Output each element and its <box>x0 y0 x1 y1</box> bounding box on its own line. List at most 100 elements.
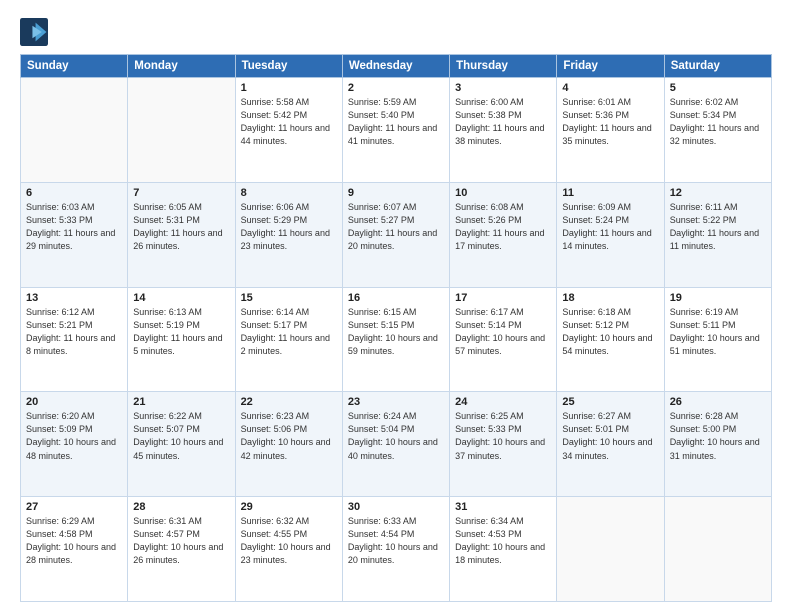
calendar-cell: 31 Sunrise: 6:34 AM Sunset: 4:53 PM Dayli… <box>450 497 557 602</box>
col-header-saturday: Saturday <box>664 55 771 78</box>
col-header-wednesday: Wednesday <box>342 55 449 78</box>
day-number: 20 <box>26 396 122 408</box>
calendar-cell: 18 Sunrise: 6:18 AM Sunset: 5:12 PM Dayli… <box>557 287 664 392</box>
calendar-cell: 17Sunrise: 6:17 AM Sunset: 5:14 PM Dayli… <box>450 287 557 392</box>
day-info: Sunrise: 6:27 AM Sunset: 5:01 PM Dayligh… <box>562 410 658 462</box>
calendar-cell <box>128 78 235 183</box>
day-info: Sunrise: 6:22 AM Sunset: 5:07 PM Dayligh… <box>133 410 229 462</box>
day-number: 28 <box>133 501 229 513</box>
day-number: 4 <box>562 82 658 94</box>
calendar-cell: 12Sunrise: 6:11 AM Sunset: 5:22 PM Dayli… <box>664 182 771 287</box>
calendar-cell: 7 Sunrise: 6:05 AM Sunset: 5:31 PM Daylig… <box>128 182 235 287</box>
calendar-week-2: 6Sunrise: 6:03 AM Sunset: 5:33 PM Daylig… <box>21 182 772 287</box>
calendar-cell: 3Sunrise: 6:00 AM Sunset: 5:38 PM Daylig… <box>450 78 557 183</box>
calendar-cell: 4 Sunrise: 6:01 AM Sunset: 5:36 PM Daylig… <box>557 78 664 183</box>
calendar-cell <box>664 497 771 602</box>
day-info: Sunrise: 6:34 AM Sunset: 4:53 PM Dayligh… <box>455 515 551 567</box>
day-info: Sunrise: 6:23 AM Sunset: 5:06 PM Dayligh… <box>241 410 337 462</box>
col-header-friday: Friday <box>557 55 664 78</box>
calendar-header-row: SundayMondayTuesdayWednesdayThursdayFrid… <box>21 55 772 78</box>
calendar-cell: 25Sunrise: 6:27 AM Sunset: 5:01 PM Dayli… <box>557 392 664 497</box>
calendar-cell: 22 Sunrise: 6:23 AM Sunset: 5:06 PM Dayli… <box>235 392 342 497</box>
day-number: 11 <box>562 187 658 199</box>
calendar-cell: 5 Sunrise: 6:02 AM Sunset: 5:34 PM Daylig… <box>664 78 771 183</box>
calendar-cell: 27Sunrise: 6:29 AM Sunset: 4:58 PM Dayli… <box>21 497 128 602</box>
day-number: 3 <box>455 82 551 94</box>
day-number: 5 <box>670 82 766 94</box>
calendar-cell: 13 Sunrise: 6:12 AM Sunset: 5:21 PM Dayli… <box>21 287 128 392</box>
day-info: Sunrise: 6:14 AM Sunset: 5:17 PM Dayligh… <box>241 306 337 358</box>
day-number: 15 <box>241 292 337 304</box>
day-info: Sunrise: 6:25 AM Sunset: 5:33 PM Dayligh… <box>455 410 551 462</box>
day-number: 22 <box>241 396 337 408</box>
day-info: Sunrise: 6:02 AM Sunset: 5:34 PM Dayligh… <box>670 96 766 148</box>
day-number: 1 <box>241 82 337 94</box>
col-header-monday: Monday <box>128 55 235 78</box>
day-number: 13 <box>26 292 122 304</box>
day-number: 6 <box>26 187 122 199</box>
day-info: Sunrise: 6:12 AM Sunset: 5:21 PM Dayligh… <box>26 306 122 358</box>
col-header-tuesday: Tuesday <box>235 55 342 78</box>
calendar-table: SundayMondayTuesdayWednesdayThursdayFrid… <box>20 54 772 602</box>
day-number: 26 <box>670 396 766 408</box>
calendar-cell: 23 Sunrise: 6:24 AM Sunset: 5:04 PM Dayli… <box>342 392 449 497</box>
day-number: 8 <box>241 187 337 199</box>
calendar-cell: 14Sunrise: 6:13 AM Sunset: 5:19 PM Dayli… <box>128 287 235 392</box>
calendar-cell: 19 Sunrise: 6:19 AM Sunset: 5:11 PM Dayli… <box>664 287 771 392</box>
calendar-cell: 24 Sunrise: 6:25 AM Sunset: 5:33 PM Dayli… <box>450 392 557 497</box>
calendar-cell <box>21 78 128 183</box>
day-info: Sunrise: 6:18 AM Sunset: 5:12 PM Dayligh… <box>562 306 658 358</box>
day-info: Sunrise: 6:07 AM Sunset: 5:27 PM Dayligh… <box>348 201 444 253</box>
day-info: Sunrise: 6:31 AM Sunset: 4:57 PM Dayligh… <box>133 515 229 567</box>
day-number: 14 <box>133 292 229 304</box>
logo <box>20 18 52 46</box>
day-info: Sunrise: 5:59 AM Sunset: 5:40 PM Dayligh… <box>348 96 444 148</box>
day-number: 31 <box>455 501 551 513</box>
calendar-cell: 2 Sunrise: 5:59 AM Sunset: 5:40 PM Daylig… <box>342 78 449 183</box>
day-number: 2 <box>348 82 444 94</box>
day-info: Sunrise: 6:11 AM Sunset: 5:22 PM Dayligh… <box>670 201 766 253</box>
day-number: 23 <box>348 396 444 408</box>
calendar-cell: 6Sunrise: 6:03 AM Sunset: 5:33 PM Daylig… <box>21 182 128 287</box>
day-number: 9 <box>348 187 444 199</box>
day-number: 29 <box>241 501 337 513</box>
col-header-thursday: Thursday <box>450 55 557 78</box>
calendar-cell <box>557 497 664 602</box>
day-info: Sunrise: 6:01 AM Sunset: 5:36 PM Dayligh… <box>562 96 658 148</box>
calendar-week-3: 13 Sunrise: 6:12 AM Sunset: 5:21 PM Dayli… <box>21 287 772 392</box>
calendar-week-5: 27Sunrise: 6:29 AM Sunset: 4:58 PM Dayli… <box>21 497 772 602</box>
day-info: Sunrise: 6:08 AM Sunset: 5:26 PM Dayligh… <box>455 201 551 253</box>
day-info: Sunrise: 6:09 AM Sunset: 5:24 PM Dayligh… <box>562 201 658 253</box>
day-info: Sunrise: 6:24 AM Sunset: 5:04 PM Dayligh… <box>348 410 444 462</box>
calendar-cell: 28 Sunrise: 6:31 AM Sunset: 4:57 PM Dayli… <box>128 497 235 602</box>
calendar-cell: 1 Sunrise: 5:58 AM Sunset: 5:42 PM Daylig… <box>235 78 342 183</box>
calendar-cell: 20 Sunrise: 6:20 AM Sunset: 5:09 PM Dayli… <box>21 392 128 497</box>
calendar-cell: 11 Sunrise: 6:09 AM Sunset: 5:24 PM Dayli… <box>557 182 664 287</box>
day-info: Sunrise: 6:20 AM Sunset: 5:09 PM Dayligh… <box>26 410 122 462</box>
day-number: 19 <box>670 292 766 304</box>
day-info: Sunrise: 5:58 AM Sunset: 5:42 PM Dayligh… <box>241 96 337 148</box>
day-number: 18 <box>562 292 658 304</box>
calendar-week-4: 20 Sunrise: 6:20 AM Sunset: 5:09 PM Dayli… <box>21 392 772 497</box>
day-number: 30 <box>348 501 444 513</box>
logo-icon <box>20 18 48 46</box>
day-info: Sunrise: 6:28 AM Sunset: 5:00 PM Dayligh… <box>670 410 766 462</box>
calendar-cell: 29 Sunrise: 6:32 AM Sunset: 4:55 PM Dayli… <box>235 497 342 602</box>
day-info: Sunrise: 6:33 AM Sunset: 4:54 PM Dayligh… <box>348 515 444 567</box>
day-number: 24 <box>455 396 551 408</box>
day-info: Sunrise: 6:19 AM Sunset: 5:11 PM Dayligh… <box>670 306 766 358</box>
day-info: Sunrise: 6:29 AM Sunset: 4:58 PM Dayligh… <box>26 515 122 567</box>
calendar-cell: 26 Sunrise: 6:28 AM Sunset: 5:00 PM Dayli… <box>664 392 771 497</box>
page: SundayMondayTuesdayWednesdayThursdayFrid… <box>0 0 792 612</box>
day-number: 7 <box>133 187 229 199</box>
day-info: Sunrise: 6:32 AM Sunset: 4:55 PM Dayligh… <box>241 515 337 567</box>
col-header-sunday: Sunday <box>21 55 128 78</box>
header <box>20 18 772 46</box>
calendar-cell: 16Sunrise: 6:15 AM Sunset: 5:15 PM Dayli… <box>342 287 449 392</box>
day-info: Sunrise: 6:06 AM Sunset: 5:29 PM Dayligh… <box>241 201 337 253</box>
day-info: Sunrise: 6:15 AM Sunset: 5:15 PM Dayligh… <box>348 306 444 358</box>
calendar-week-1: 1 Sunrise: 5:58 AM Sunset: 5:42 PM Daylig… <box>21 78 772 183</box>
calendar-cell: 8 Sunrise: 6:06 AM Sunset: 5:29 PM Daylig… <box>235 182 342 287</box>
day-number: 17 <box>455 292 551 304</box>
day-info: Sunrise: 6:05 AM Sunset: 5:31 PM Dayligh… <box>133 201 229 253</box>
